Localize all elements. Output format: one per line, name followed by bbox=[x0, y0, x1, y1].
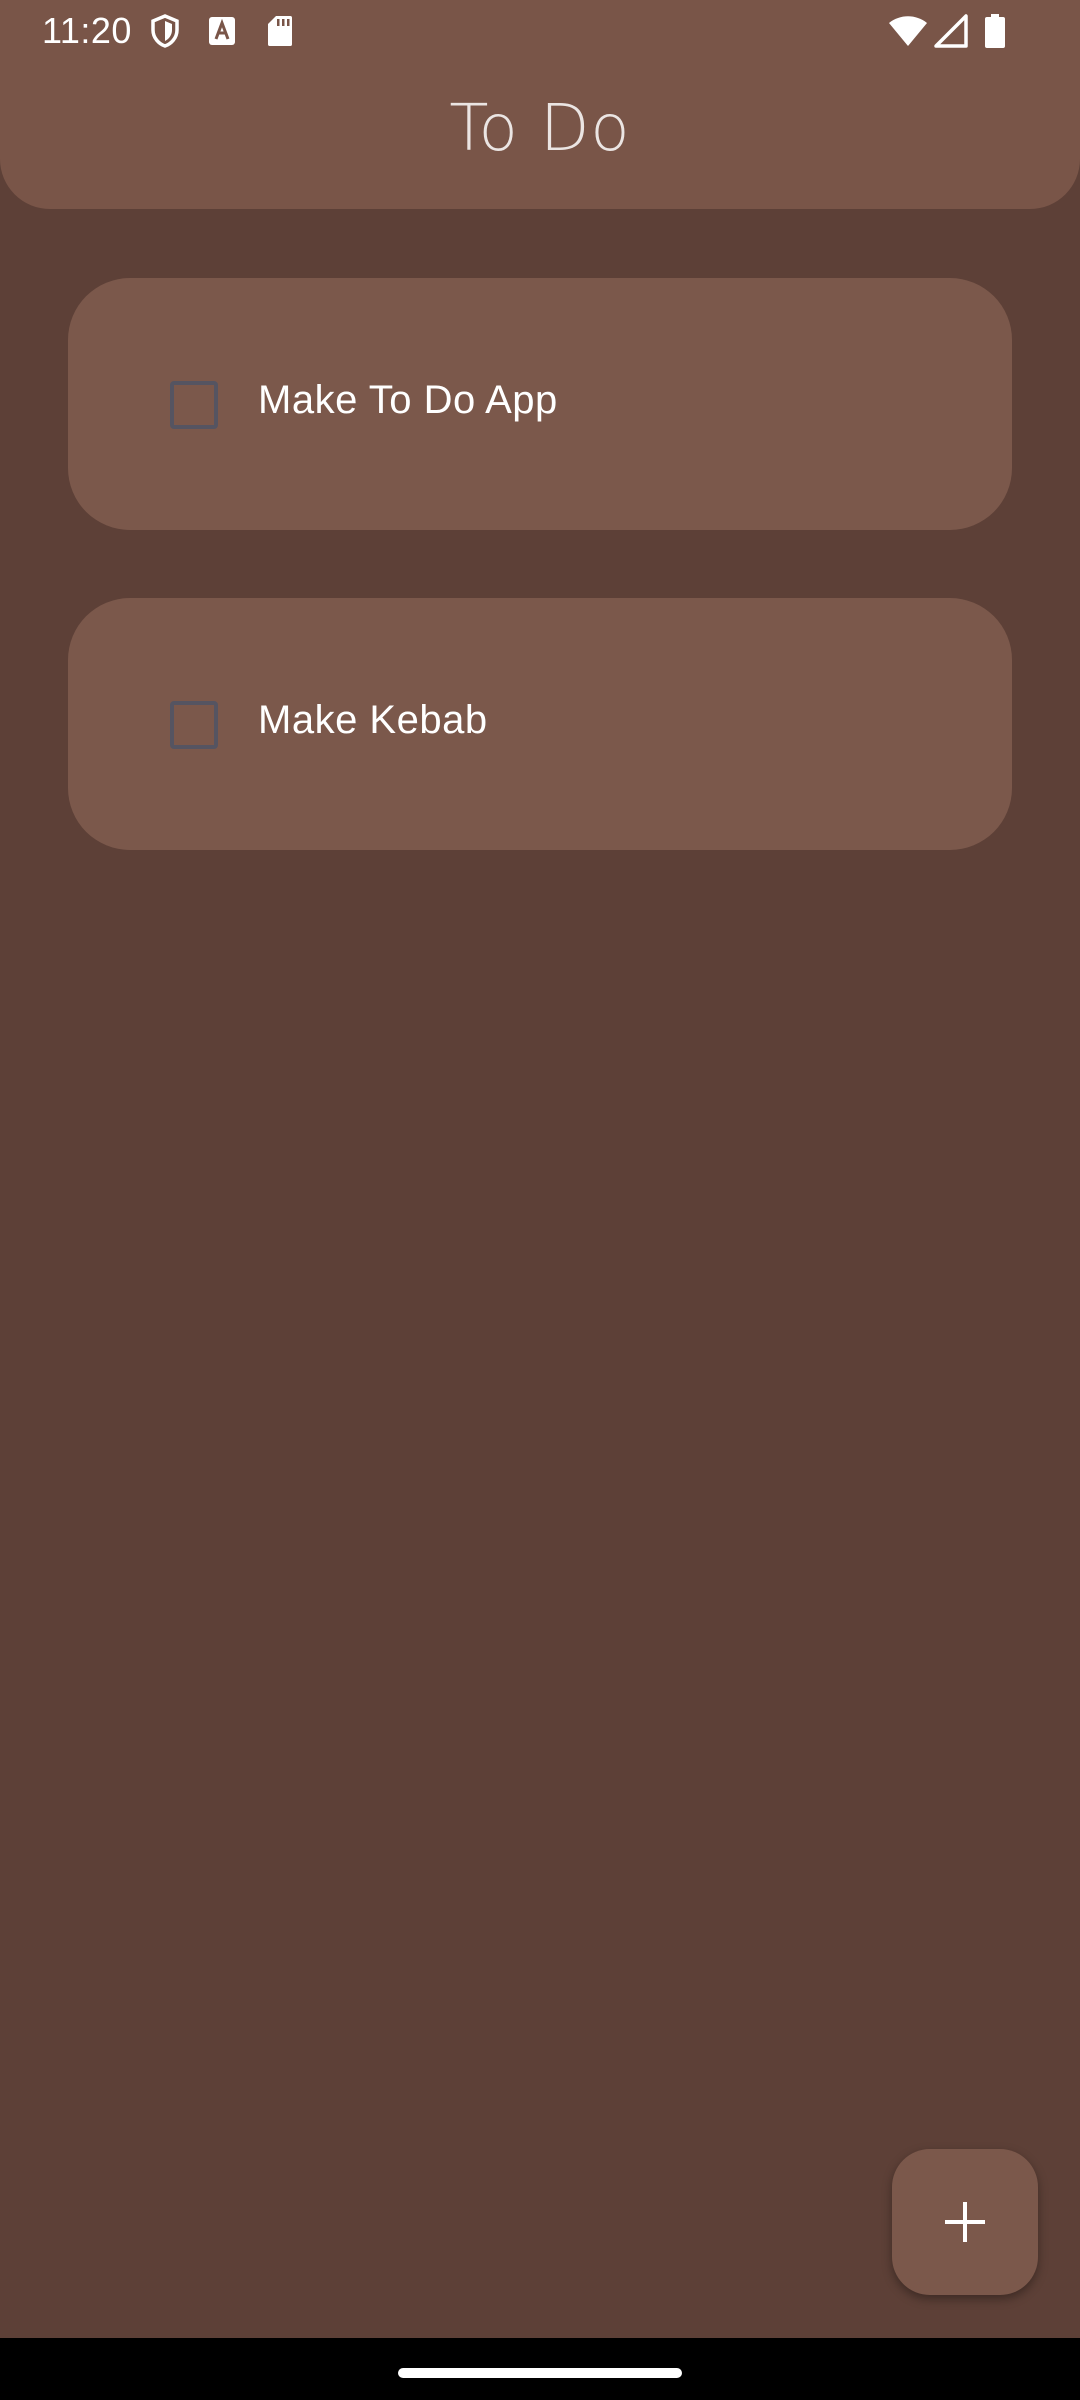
task-checkbox[interactable] bbox=[170, 701, 218, 749]
gesture-handle[interactable] bbox=[398, 2368, 682, 2378]
status-time: 11:20 bbox=[42, 10, 132, 51]
task-label: Make To Do App bbox=[258, 378, 558, 422]
task-checkbox[interactable] bbox=[170, 381, 218, 429]
plus-icon bbox=[945, 2202, 985, 2242]
sd-card-icon bbox=[268, 16, 292, 46]
task-card[interactable]: Make Kebab bbox=[68, 598, 1012, 850]
page-title: To Do bbox=[449, 92, 631, 166]
status-bar: 11:20 bbox=[0, 0, 1080, 62]
add-task-button[interactable] bbox=[892, 2149, 1038, 2295]
keyboard-a-icon bbox=[209, 17, 235, 45]
signal-icon bbox=[934, 14, 968, 48]
navigation-bar bbox=[0, 2338, 1080, 2400]
task-label: Make Kebab bbox=[258, 698, 488, 742]
battery-icon bbox=[985, 14, 1005, 48]
task-card[interactable]: Make To Do App bbox=[68, 278, 1012, 530]
wifi-icon bbox=[889, 16, 927, 46]
app-bar: 11:20 To Do bbox=[0, 0, 1080, 209]
task-list: Make To Do App Make Kebab bbox=[68, 278, 1012, 918]
shield-icon bbox=[151, 14, 179, 48]
